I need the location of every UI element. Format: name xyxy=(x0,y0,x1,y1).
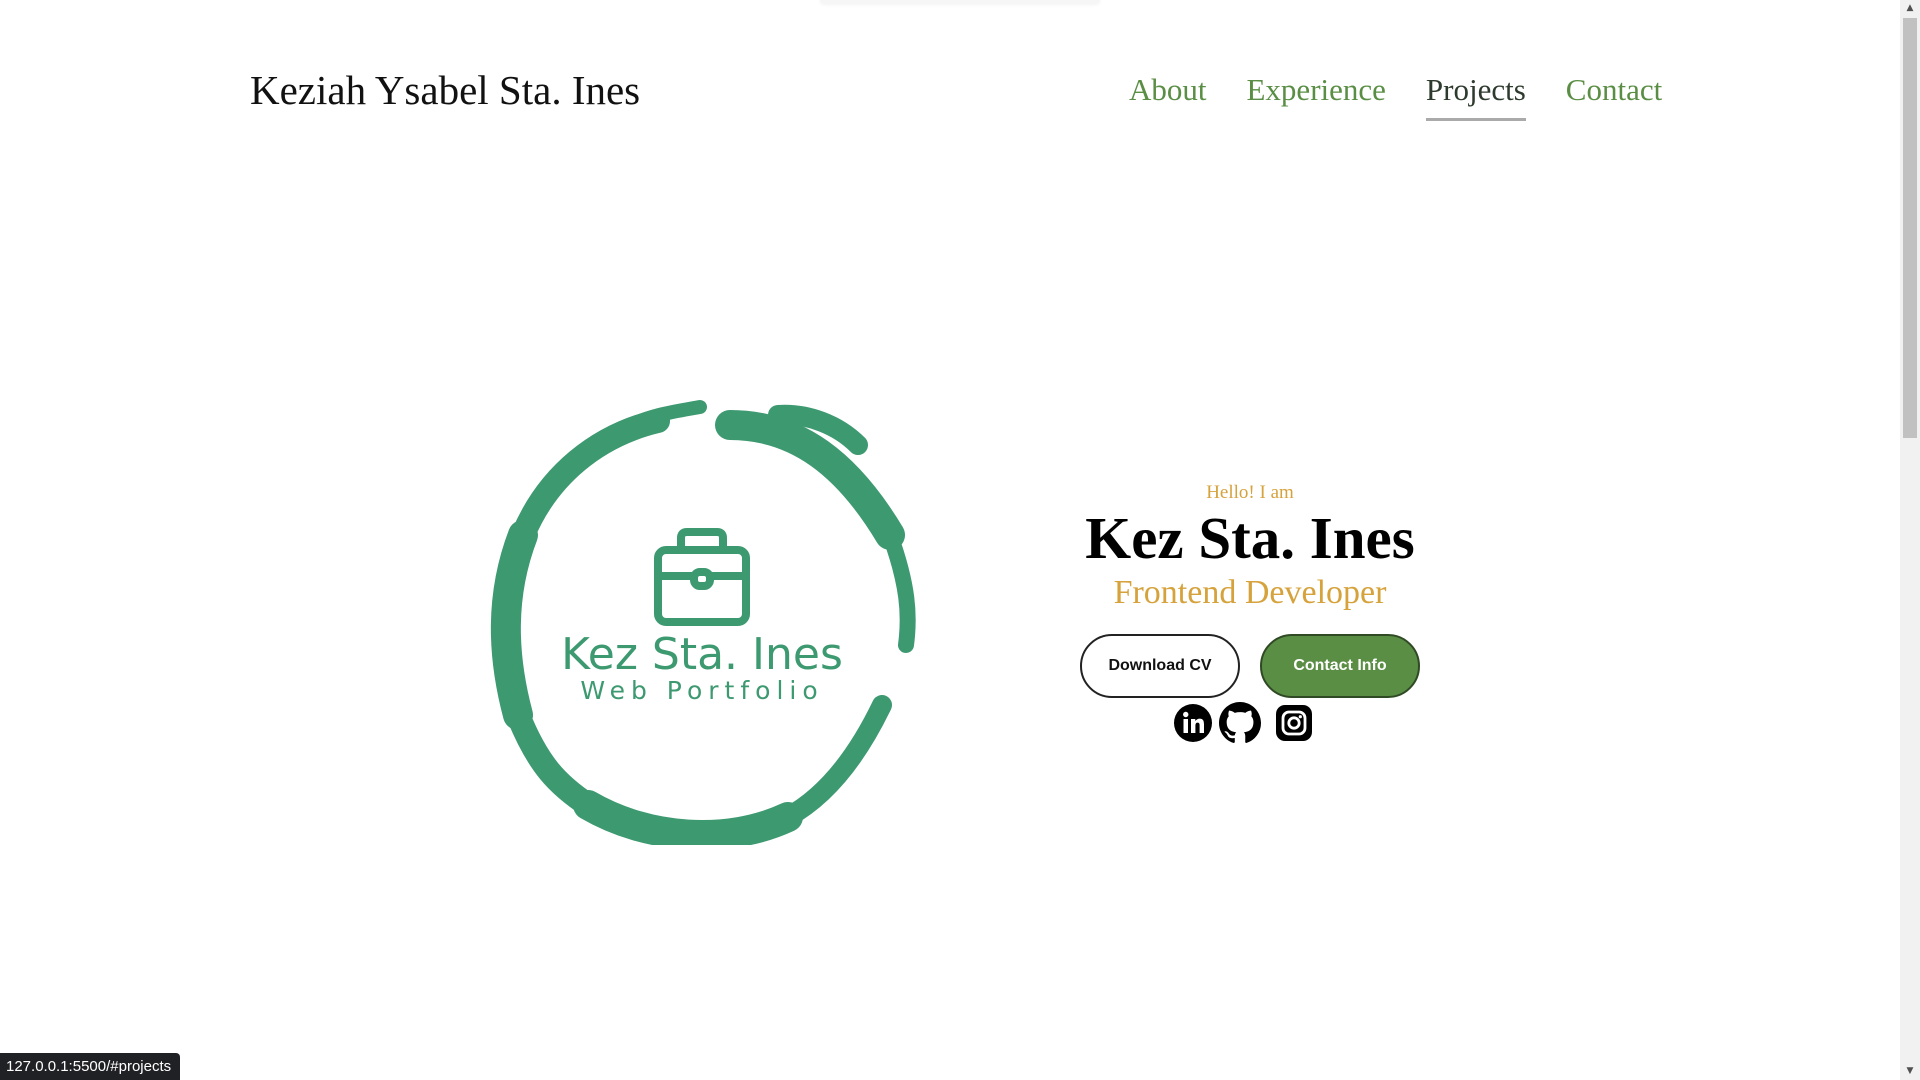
social-links xyxy=(1046,701,1440,749)
instagram-icon[interactable] xyxy=(1275,704,1313,747)
hero-intro: Hello! I am Kez Sta. Ines Frontend Devel… xyxy=(1060,482,1440,749)
scroll-up-arrow-icon[interactable]: ▲ xyxy=(1900,0,1920,17)
contact-info-button[interactable]: Contact Info xyxy=(1260,633,1420,698)
top-bar-shadow xyxy=(820,0,1100,3)
github-icon[interactable] xyxy=(1219,701,1261,749)
hero-buttons: Download CV Contact Info xyxy=(1060,633,1440,698)
vertical-scrollbar[interactable]: ▲ ▼ xyxy=(1900,0,1920,1080)
logo-name: Kez Sta. Ines xyxy=(561,629,843,680)
portfolio-logo: Kez Sta. Ines Web Portfolio xyxy=(490,400,916,845)
nav-link-projects[interactable]: Projects xyxy=(1425,72,1526,121)
site-title[interactable]: Keziah Ysabel Sta. Ines xyxy=(250,66,640,114)
url-status-bar: 127.0.0.1:5500/#projects xyxy=(0,1053,181,1080)
main-nav: About Experience Projects Contact xyxy=(1129,72,1662,121)
logo-subtitle: Web Portfolio xyxy=(580,676,823,705)
page: Keziah Ysabel Sta. Ines About Experience… xyxy=(0,0,1900,1080)
nav-link-about[interactable]: About xyxy=(1129,72,1207,121)
hero-name: Kez Sta. Ines xyxy=(1085,505,1415,571)
scrollbar-thumb[interactable] xyxy=(1903,18,1917,438)
hero-role: Frontend Developer xyxy=(1113,573,1387,611)
nav-link-contact[interactable]: Contact xyxy=(1566,72,1662,121)
scroll-down-arrow-icon[interactable]: ▼ xyxy=(1900,1063,1920,1080)
nav-link-experience[interactable]: Experience xyxy=(1247,72,1386,121)
briefcase-icon xyxy=(654,528,750,626)
linkedin-icon[interactable] xyxy=(1173,703,1213,748)
greeting-text: Hello! I am xyxy=(1206,482,1294,503)
download-cv-button[interactable]: Download CV xyxy=(1080,633,1240,698)
